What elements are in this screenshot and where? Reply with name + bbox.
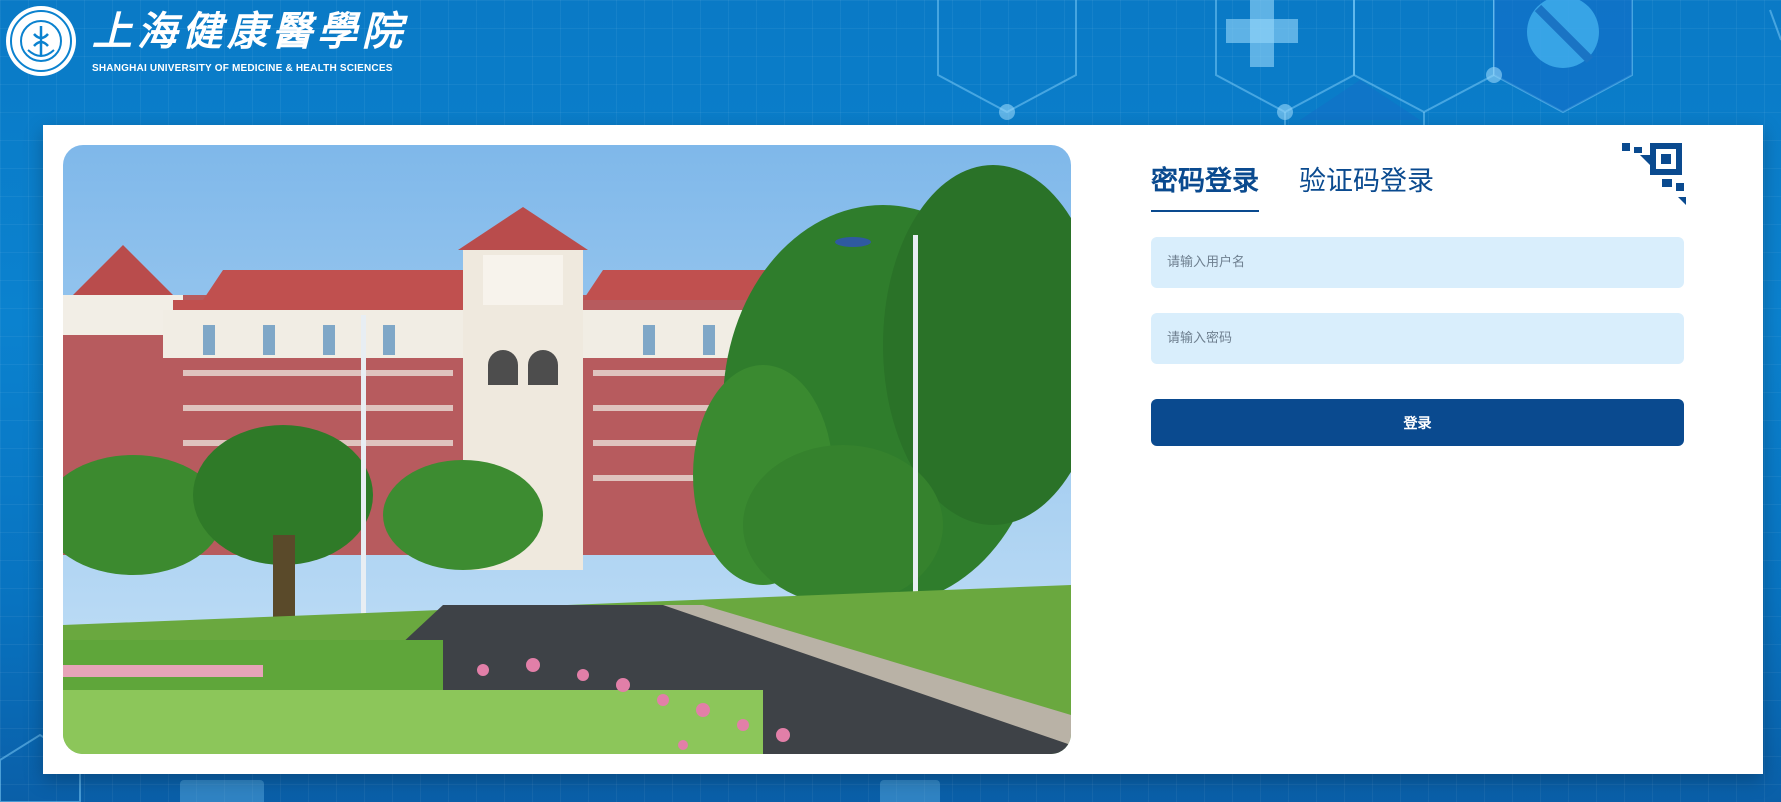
campus-photo xyxy=(63,145,1071,754)
school-name-english: SHANGHAI UNIVERSITY OF MEDICINE & HEALTH… xyxy=(92,62,393,74)
username-input[interactable] xyxy=(1151,237,1684,288)
school-name-chinese: 上海健康醫學院 xyxy=(92,7,407,55)
qr-code-corner-icon[interactable] xyxy=(1622,143,1686,207)
tab-verification-code-login[interactable]: 验证码登录 xyxy=(1299,159,1434,212)
login-panel: 密码登录 验证码登录 登录 xyxy=(1151,125,1691,774)
school-seal-icon xyxy=(6,6,76,76)
login-card: 密码登录 验证码登录 登录 xyxy=(43,125,1763,774)
school-logo[interactable]: 上海健康醫學院 SHANGHAI UNIVERSITY OF MEDICINE … xyxy=(4,4,407,78)
login-tabs: 密码登录 验证码登录 xyxy=(1151,159,1434,212)
tab-password-login[interactable]: 密码登录 xyxy=(1151,159,1259,212)
login-button[interactable]: 登录 xyxy=(1151,399,1684,446)
password-input[interactable] xyxy=(1151,313,1684,364)
